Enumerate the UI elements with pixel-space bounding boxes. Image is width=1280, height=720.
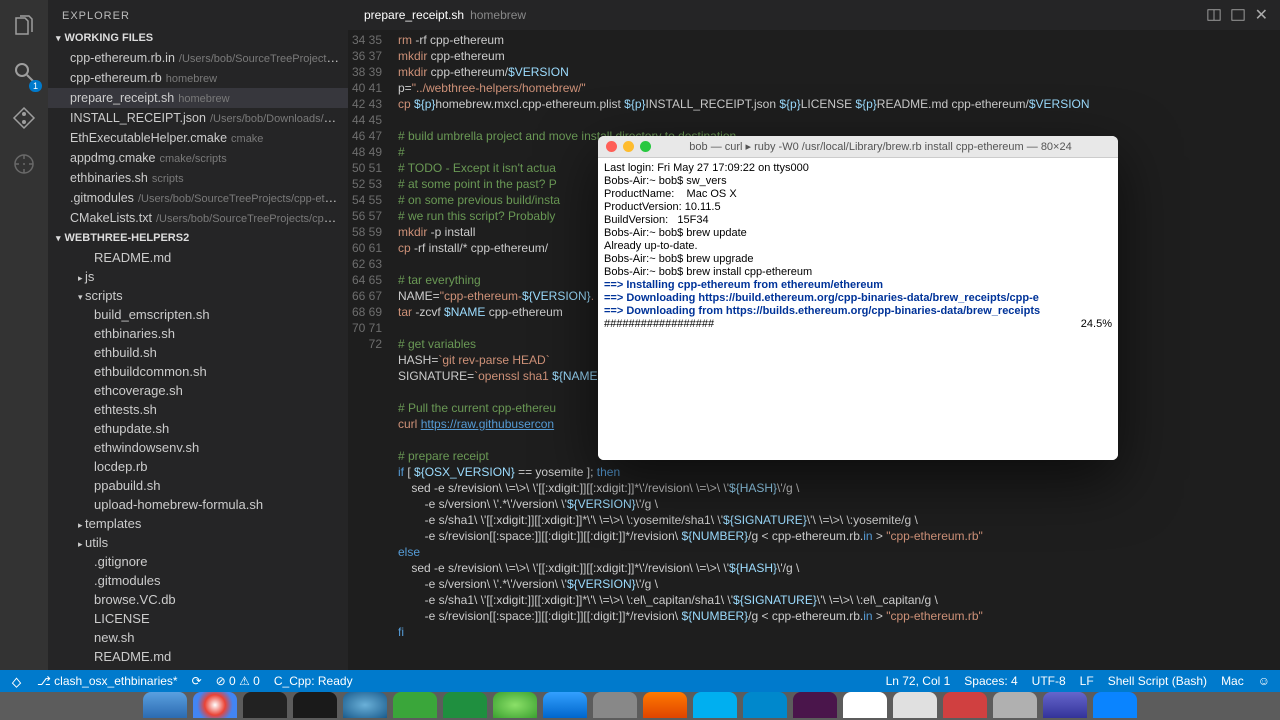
tree-file[interactable]: locdep.rb bbox=[48, 457, 348, 476]
feedback-icon[interactable]: ☺ bbox=[1258, 674, 1270, 688]
dock-app[interactable] bbox=[993, 692, 1037, 718]
git-icon[interactable] bbox=[12, 106, 36, 130]
tree-file[interactable]: ethbuildcommon.sh bbox=[48, 362, 348, 381]
cursor-position[interactable]: Ln 72, Col 1 bbox=[886, 674, 951, 688]
dock-app[interactable] bbox=[243, 692, 287, 718]
files-icon[interactable] bbox=[12, 14, 36, 38]
window-min-icon[interactable] bbox=[623, 141, 634, 152]
remote-icon[interactable] bbox=[10, 675, 23, 688]
tree-file[interactable]: README.md bbox=[48, 248, 348, 267]
folder-header[interactable]: WEBTHREE-HELPERS2 bbox=[48, 228, 348, 248]
status-bar: ⎇ clash_osx_ethbinaries* ⟳ ⊘ 0 ⚠ 0 C_Cpp… bbox=[0, 670, 1280, 692]
dock-app[interactable] bbox=[643, 692, 687, 718]
error-count[interactable]: ⊘ 0 ⚠ 0 bbox=[216, 674, 260, 688]
dock-app[interactable] bbox=[543, 692, 587, 718]
sidebar: EXPLORER WORKING FILES cpp-ethereum.rb.i… bbox=[48, 0, 348, 670]
close-icon[interactable]: ✕ bbox=[1255, 5, 1268, 25]
scm-badge: 1 bbox=[29, 80, 42, 92]
dock-app[interactable] bbox=[393, 692, 437, 718]
dock-app[interactable] bbox=[293, 692, 337, 718]
tree-file[interactable]: .gitmodules bbox=[48, 571, 348, 590]
working-file[interactable]: ethbinaries.shscripts bbox=[48, 168, 348, 188]
tree-file[interactable]: upload-homebrew-formula.sh bbox=[48, 495, 348, 514]
tree-folder[interactable]: templates bbox=[48, 514, 348, 533]
dock-app[interactable] bbox=[943, 692, 987, 718]
activity-bar: 1 bbox=[0, 0, 48, 670]
working-file[interactable]: cpp-ethereum.rbhomebrew bbox=[48, 68, 348, 88]
debug-icon[interactable] bbox=[12, 152, 36, 176]
split-icon[interactable] bbox=[1207, 8, 1221, 22]
dock-app[interactable] bbox=[343, 692, 387, 718]
window-max-icon[interactable] bbox=[640, 141, 651, 152]
dock-app[interactable] bbox=[693, 692, 737, 718]
working-file[interactable]: INSTALL_RECEIPT.json/Users/bob/Downloads… bbox=[48, 108, 348, 128]
tree-folder[interactable]: js bbox=[48, 267, 348, 286]
sidebar-title: EXPLORER bbox=[48, 0, 348, 28]
tree-file[interactable]: new.sh bbox=[48, 628, 348, 647]
dock-app[interactable] bbox=[893, 692, 937, 718]
working-file[interactable]: CMakeLists.txt/Users/bob/SourceTreeProje… bbox=[48, 208, 348, 228]
working-files-header[interactable]: WORKING FILES bbox=[48, 28, 348, 48]
terminal-body[interactable]: Last login: Fri May 27 17:09:22 on ttys0… bbox=[598, 158, 1118, 460]
terminal-title: bob — curl ▸ ruby -W0 /usr/local/Library… bbox=[651, 140, 1110, 153]
dock-app[interactable] bbox=[843, 692, 887, 718]
tree-file[interactable]: build_emscripten.sh bbox=[48, 305, 348, 324]
cpp-status[interactable]: C_Cpp: Ready bbox=[274, 674, 353, 688]
dock-app[interactable] bbox=[593, 692, 637, 718]
dock-app[interactable] bbox=[193, 692, 237, 718]
tree-file[interactable]: LICENSE bbox=[48, 609, 348, 628]
tree-file[interactable]: browse.VC.db bbox=[48, 590, 348, 609]
working-file[interactable]: .gitmodules/Users/bob/SourceTreeProjects… bbox=[48, 188, 348, 208]
working-file[interactable]: EthExecutableHelper.cmakecmake bbox=[48, 128, 348, 148]
tree-file[interactable]: ppabuild.sh bbox=[48, 476, 348, 495]
dock-app[interactable] bbox=[743, 692, 787, 718]
os-status[interactable]: Mac bbox=[1221, 674, 1244, 688]
tab-filename[interactable]: prepare_receipt.sh bbox=[364, 8, 464, 22]
sync-icon[interactable]: ⟳ bbox=[192, 674, 202, 688]
tree-file[interactable]: README.md bbox=[48, 647, 348, 666]
dock-app[interactable] bbox=[493, 692, 537, 718]
dock-app[interactable] bbox=[1043, 692, 1087, 718]
tree-file[interactable]: .gitignore bbox=[48, 552, 348, 571]
working-file[interactable]: prepare_receipt.shhomebrew bbox=[48, 88, 348, 108]
indent-status[interactable]: Spaces: 4 bbox=[964, 674, 1017, 688]
macos-dock bbox=[0, 692, 1280, 720]
tree-file[interactable]: ethcoverage.sh bbox=[48, 381, 348, 400]
dock-app[interactable] bbox=[1093, 692, 1137, 718]
terminal-window[interactable]: bob — curl ▸ ruby -W0 /usr/local/Library… bbox=[598, 136, 1118, 460]
tab-dirname: homebrew bbox=[470, 8, 526, 22]
terminal-titlebar[interactable]: bob — curl ▸ ruby -W0 /usr/local/Library… bbox=[598, 136, 1118, 158]
window-close-icon[interactable] bbox=[606, 141, 617, 152]
working-file[interactable]: appdmg.cmakecmake/scripts bbox=[48, 148, 348, 168]
working-file[interactable]: cpp-ethereum.rb.in/Users/bob/SourceTreeP… bbox=[48, 48, 348, 68]
language-status[interactable]: Shell Script (Bash) bbox=[1108, 674, 1207, 688]
more-icon[interactable] bbox=[1231, 8, 1245, 22]
dock-app[interactable] bbox=[443, 692, 487, 718]
eol-status[interactable]: LF bbox=[1080, 674, 1094, 688]
tree-file[interactable]: ethwindowsenv.sh bbox=[48, 438, 348, 457]
dock-app[interactable] bbox=[793, 692, 837, 718]
tree-folder[interactable]: utils bbox=[48, 533, 348, 552]
dock-app[interactable] bbox=[143, 692, 187, 718]
tab-bar: prepare_receipt.sh homebrew ✕ bbox=[348, 0, 1280, 30]
tree-file[interactable]: ethtests.sh bbox=[48, 400, 348, 419]
tree-folder[interactable]: scripts bbox=[48, 286, 348, 305]
git-branch[interactable]: ⎇ clash_osx_ethbinaries* bbox=[37, 674, 178, 688]
tree-file[interactable]: ethupdate.sh bbox=[48, 419, 348, 438]
tree-file[interactable]: ethbinaries.sh bbox=[48, 324, 348, 343]
tree-file[interactable]: ethbuild.sh bbox=[48, 343, 348, 362]
encoding-status[interactable]: UTF-8 bbox=[1032, 674, 1066, 688]
